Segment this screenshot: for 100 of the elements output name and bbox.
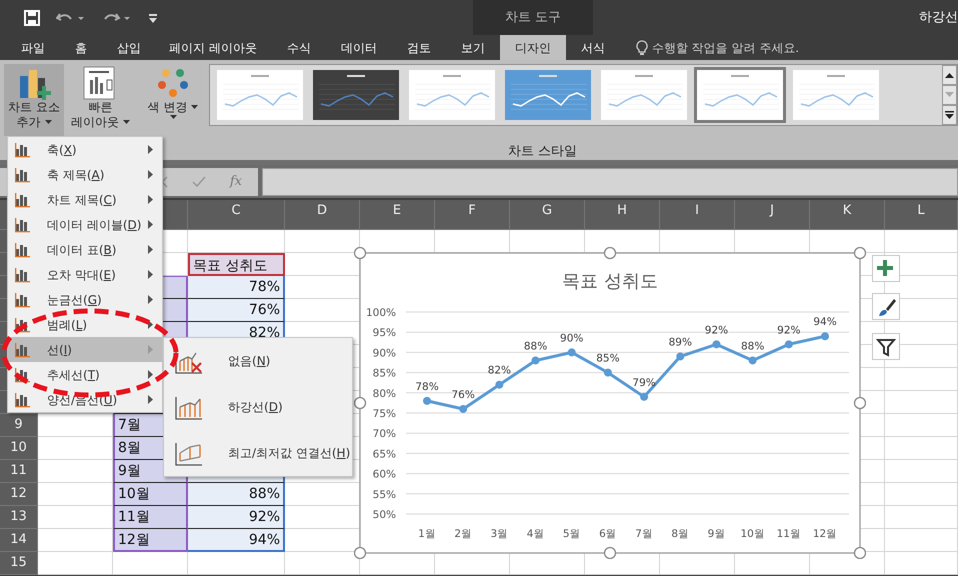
submenu-arrow-icon [148, 270, 154, 279]
data-label: 94% [813, 316, 837, 328]
chart-element-icon [14, 191, 31, 208]
column-header[interactable]: I [660, 200, 735, 230]
row-header[interactable]: 14 [0, 529, 38, 552]
resize-handle[interactable] [604, 546, 616, 559]
caret-down-icon [944, 92, 954, 98]
axis-tick-label: 60% [372, 468, 396, 481]
column-header[interactable]: H [585, 200, 660, 230]
menu-item[interactable]: 데이터 레이블(D) [8, 212, 162, 237]
axis-tick-label: 11월 [776, 528, 801, 540]
data-point [712, 340, 720, 348]
ribbon-tab[interactable]: 검토 [392, 35, 446, 60]
caret-icon [44, 120, 52, 125]
axis-tick-label: 12월 [812, 528, 838, 540]
ribbon-tab[interactable]: 홈 [60, 35, 102, 60]
more-styles-button[interactable] [942, 105, 957, 125]
axis-tick-label: 95% [372, 327, 396, 340]
tell-me-field[interactable]: 수행할 작업을 알려 주세요. [652, 38, 800, 56]
ribbon-button[interactable]: 색 변경 [144, 64, 202, 136]
ribbon-tab[interactable]: 디자인 [500, 35, 566, 60]
menu-item[interactable]: 오차 막대(E) [8, 262, 162, 287]
data-point [459, 404, 468, 413]
axis-tick-label: 70% [372, 428, 396, 440]
data-point [676, 352, 684, 360]
table-cell: 11월 [113, 506, 188, 529]
axis-tick-label: 80% [372, 388, 396, 400]
submenu-arrow-icon [148, 195, 154, 204]
menu-item[interactable]: 눈금선(G) [8, 287, 162, 312]
row-header[interactable]: 12 [0, 483, 38, 506]
chart-element-icon [14, 241, 31, 258]
column-header[interactable]: E [360, 200, 435, 230]
resize-handle[interactable] [854, 546, 866, 559]
add-element-button[interactable] [872, 255, 900, 282]
column-header[interactable]: G [510, 200, 585, 230]
ribbon-tab[interactable]: 파일 [6, 35, 60, 60]
menu-item[interactable]: 범례(L) [8, 312, 162, 337]
data-point [821, 332, 829, 340]
caret-icon [170, 115, 177, 120]
ribbon-button[interactable]: 차트 요소 추가 [4, 64, 64, 136]
submenu-arrow-icon [148, 220, 154, 229]
submenu-arrow-icon [148, 245, 154, 254]
ribbon-tab[interactable]: 데이터 [326, 35, 392, 60]
resize-handle[interactable] [604, 247, 616, 260]
scroll-up-button[interactable] [942, 65, 957, 85]
axis-tick-label: 75% [372, 408, 396, 420]
data-label: 76% [452, 388, 475, 401]
menu-item[interactable]: 축 제목(A) [8, 162, 162, 187]
group-label: 차트 스타일 [508, 143, 578, 161]
column-header[interactable]: C [188, 200, 285, 230]
chart-element-icon [14, 291, 31, 308]
column-header[interactable]: D [285, 200, 360, 230]
menu-item[interactable]: 추세선(T) [8, 362, 162, 387]
menu-item[interactable]: 선(I) [8, 337, 162, 362]
axis-tick-label: 85% [372, 368, 396, 380]
data-point [423, 396, 431, 405]
caret-up-icon [944, 72, 954, 78]
ribbon-tab[interactable]: 수식 [272, 35, 326, 60]
resize-handle[interactable] [354, 247, 366, 260]
ribbon-tab[interactable]: 서식 [566, 35, 620, 60]
row-header[interactable]: 9 [0, 414, 38, 437]
chart-style-thumbnail[interactable] [694, 67, 786, 123]
row-header[interactable]: 15 [0, 552, 38, 575]
formula-input[interactable] [262, 168, 958, 196]
resize-handle[interactable] [354, 396, 366, 410]
ribbon-tab[interactable]: 보기 [446, 35, 500, 60]
data-point [748, 356, 757, 364]
table-cell: 목표 성취도 [188, 253, 285, 276]
chart-style-button[interactable] [872, 293, 900, 320]
chart-element-icon [14, 341, 31, 358]
column-header[interactable]: L [885, 200, 958, 230]
data-label: 92% [777, 324, 800, 336]
expand-icon [944, 111, 954, 119]
row-header[interactable]: 10 [0, 437, 38, 460]
axis-tick-label: 6월 [599, 528, 617, 540]
row-header[interactable]: 11 [0, 460, 38, 483]
axis-tick-label: 55% [372, 488, 396, 501]
column-header[interactable]: F [435, 200, 510, 230]
column-header[interactable]: K [810, 200, 885, 230]
axis-tick-label: 1월 [418, 528, 436, 540]
menu-item[interactable]: 축(X) [8, 137, 162, 162]
ribbon-tab[interactable]: 삽입 [102, 35, 156, 60]
menu-item[interactable]: 데이터 표(B) [8, 237, 162, 262]
resize-handle[interactable] [854, 396, 866, 410]
resize-handle[interactable] [354, 546, 366, 559]
data-point [640, 392, 648, 401]
data-label: 90% [560, 332, 584, 344]
resize-handle[interactable] [854, 247, 866, 260]
filter-button[interactable] [872, 333, 900, 360]
column-header[interactable]: J [735, 200, 810, 230]
customize-icon[interactable] [148, 12, 158, 24]
data-point [568, 348, 576, 356]
ribbon-button[interactable]: 빠른 레이아웃 [68, 64, 133, 136]
save-icon[interactable] [24, 10, 40, 26]
row-header[interactable]: 13 [0, 506, 38, 529]
menu-item[interactable]: 차트 제목(C) [8, 187, 162, 212]
chart-area[interactable] [359, 252, 861, 554]
chart-title: 목표 성취도 [562, 271, 658, 292]
table-cell: 76% [188, 299, 285, 322]
ribbon-tab[interactable]: 페이지 레이아웃 [156, 35, 272, 60]
